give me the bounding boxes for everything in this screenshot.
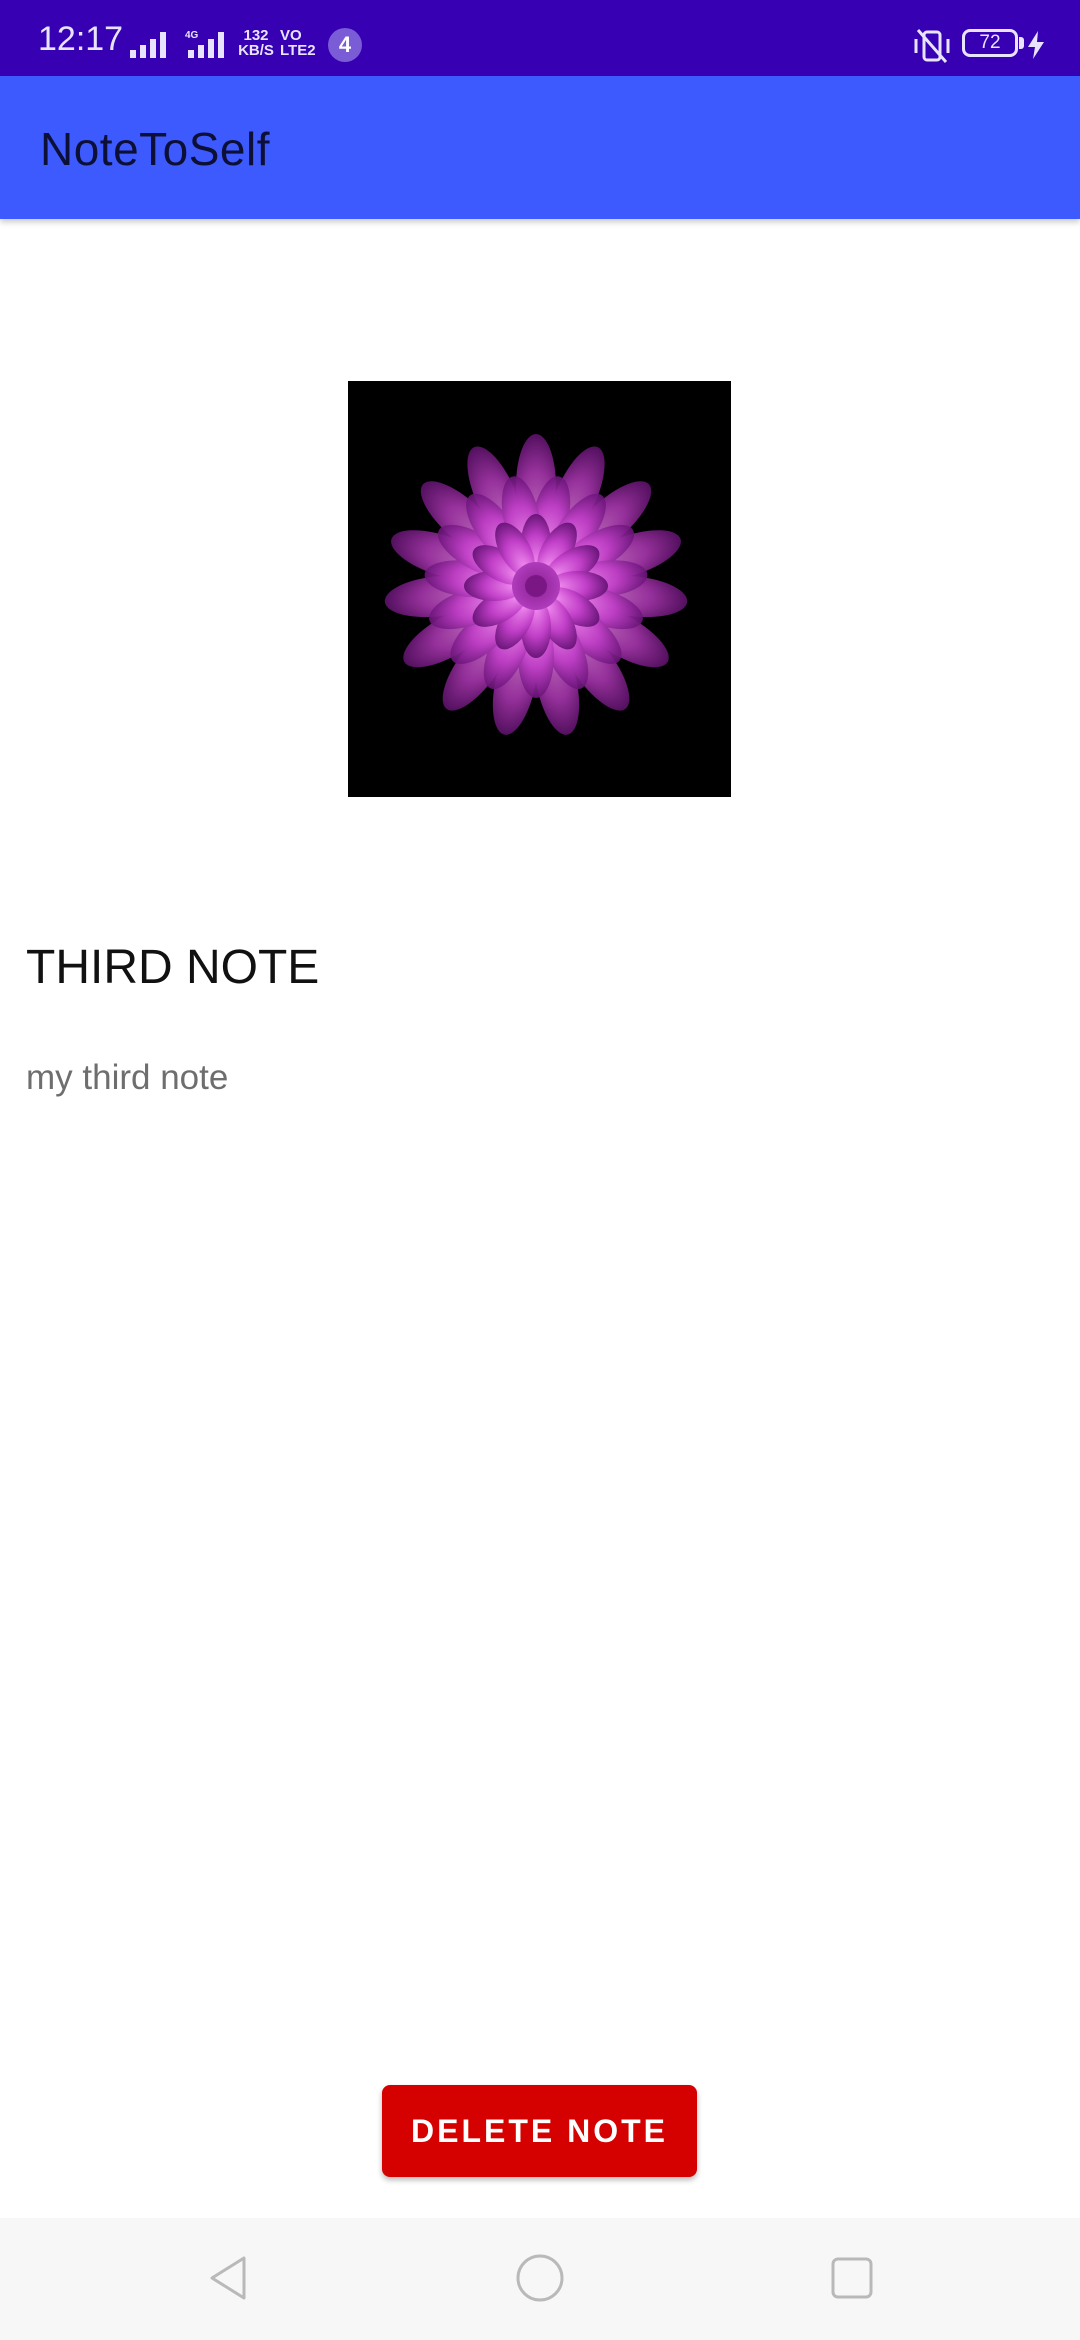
navigation-bar [0,2218,1080,2340]
network-type-label: 4G [185,30,199,41]
network-speed-unit: KB/S [238,42,274,59]
app-title: NoteToSelf [40,123,271,175]
battery-level: 72 [979,32,1001,53]
charging-icon [1028,31,1044,59]
vibrate-off-icon [914,29,950,63]
status-bar: 12:17 4G 132 KB/S VO LTE2 4 72 [0,0,1080,76]
note-image [348,381,731,797]
volte-line2: LTE2 [280,42,316,59]
signal-icon: 4G [185,30,224,58]
note-title: THIRD NOTE [26,941,320,994]
network-speed-value: 132 [243,27,269,44]
note-body: my third note [26,1058,229,1097]
home-icon[interactable] [510,2248,570,2308]
back-icon[interactable] [200,2248,260,2308]
note-detail-screen: 12:17 4G 132 KB/S VO LTE2 4 72 NoteToSel… [0,0,1080,2340]
app-bar: NoteToSelf [0,76,1080,219]
status-time: 12:17 [38,20,124,58]
notification-count-badge: 4 [328,28,362,62]
volte-line1: VO [280,27,302,44]
delete-note-button[interactable]: DELETE NOTE [382,2085,697,2177]
network-speed: 132 KB/S [236,28,276,58]
volte-indicator: VO LTE2 [280,28,320,58]
battery-tip [1019,37,1024,49]
recents-icon[interactable] [822,2248,882,2308]
signal-icon [130,32,166,58]
